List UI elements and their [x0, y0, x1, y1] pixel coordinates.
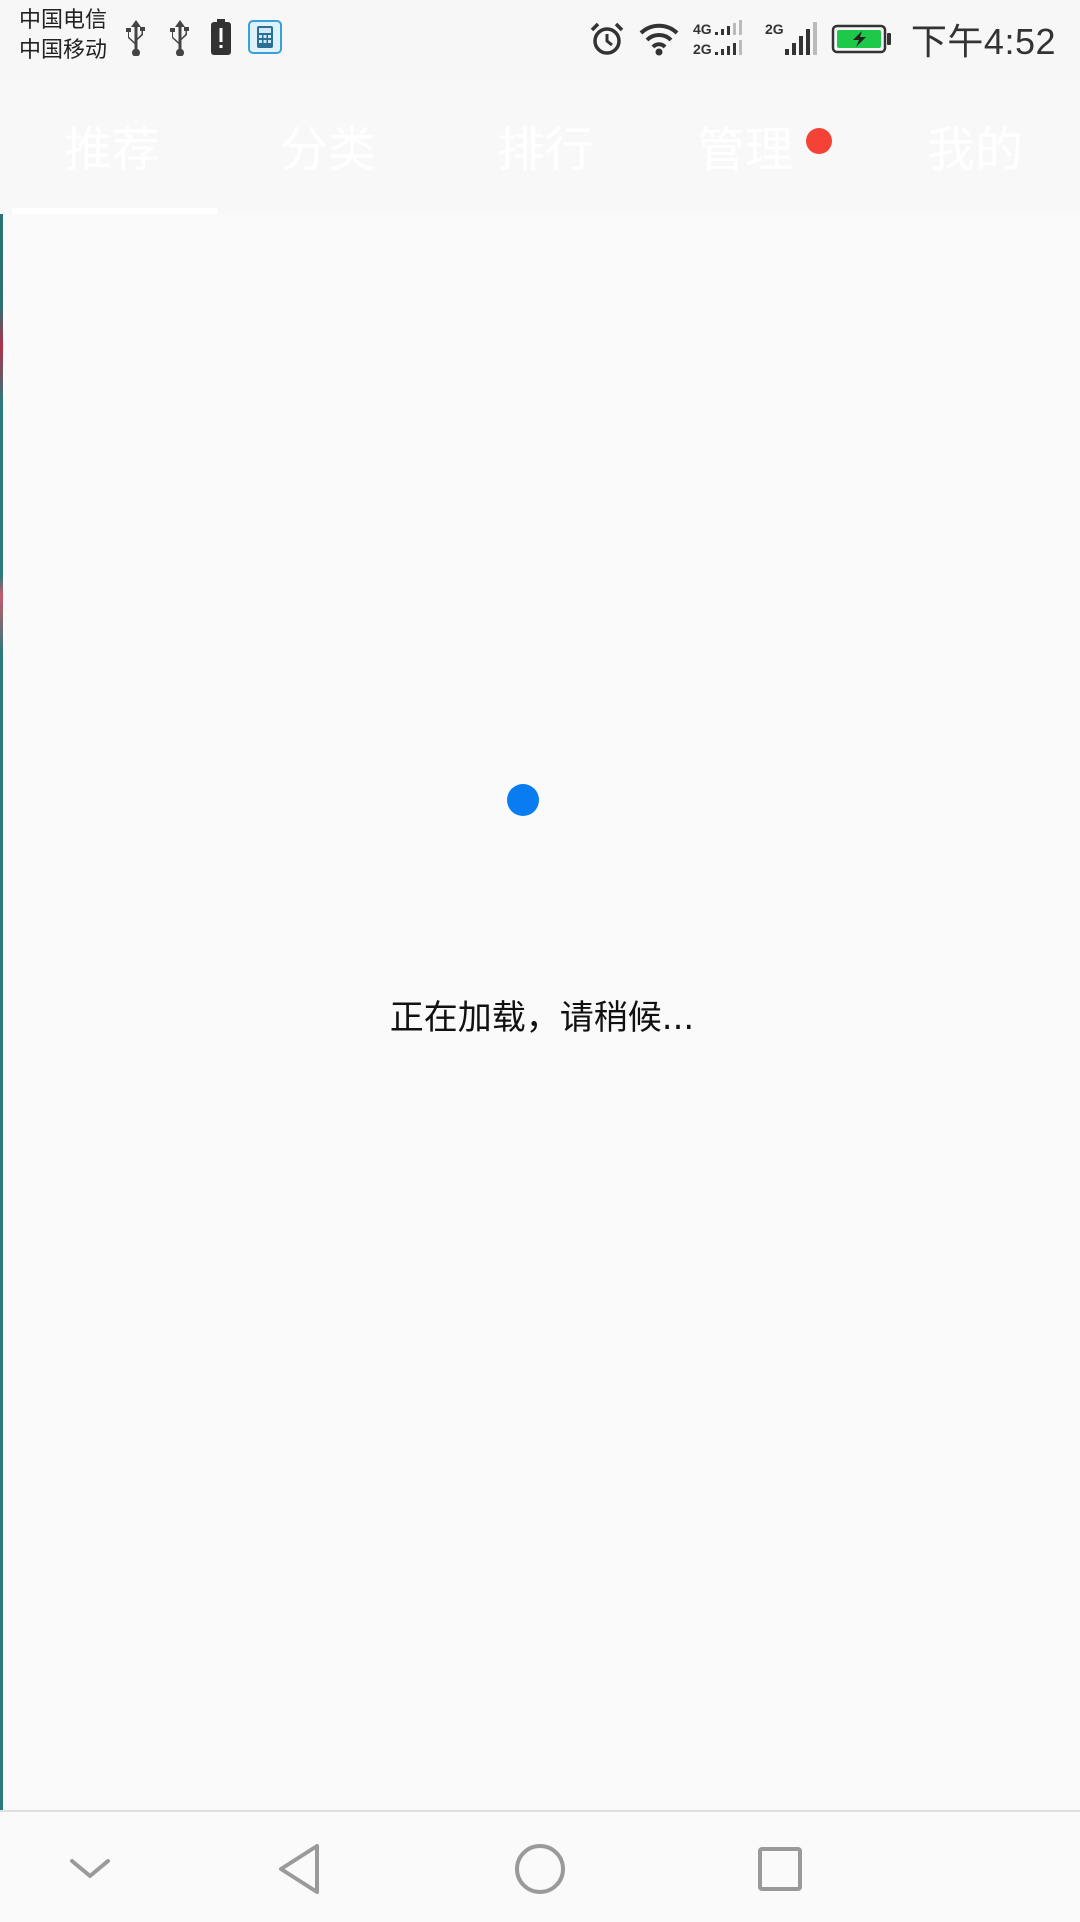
- svg-text:4G: 4G: [693, 21, 712, 37]
- carrier-1: 中国电信: [19, 8, 108, 33]
- signal-2g-icon: 2G: [765, 19, 817, 59]
- tab-recommend[interactable]: 推荐: [57, 110, 167, 190]
- tab-ranking[interactable]: 排行: [490, 110, 600, 190]
- status-bar: 中国电信 中国移动 4G 2G 2G 下午4:52: [0, 0, 1080, 80]
- tab-manage[interactable]: 管理: [690, 110, 800, 190]
- carrier-info: 中国电信 中国移动: [19, 6, 107, 66]
- top-tab-bar: 推荐 分类 排行 管理 我的: [0, 80, 1080, 214]
- tab-mine[interactable]: 我的: [920, 110, 1030, 190]
- loading-spinner: [507, 784, 539, 816]
- collapse-icon[interactable]: [55, 1834, 125, 1904]
- carrier-2: 中国移动: [19, 38, 108, 63]
- svg-text:2G: 2G: [693, 41, 712, 57]
- usb-icon: [166, 18, 194, 56]
- svg-text:2G: 2G: [765, 21, 784, 37]
- usb-icon: [122, 18, 150, 56]
- status-icons-right: 4G 2G 2G 下午4:52: [589, 14, 1056, 64]
- battery-alert-icon: [210, 18, 232, 56]
- recents-icon[interactable]: [745, 1834, 815, 1904]
- calculator-app-icon: [248, 20, 282, 54]
- system-navigation-bar: [0, 1810, 1080, 1922]
- signal-4g-2g-icon: 4G 2G: [693, 19, 751, 59]
- battery-charging-icon: [831, 23, 893, 55]
- left-edge-strip: [0, 0, 3, 1920]
- status-icons-left: [122, 18, 282, 56]
- wifi-icon: [639, 21, 679, 57]
- manage-badge-dot: [806, 128, 832, 154]
- status-time: 下午4:52: [910, 21, 1056, 62]
- alarm-icon: [589, 21, 625, 57]
- loading-message: 正在加载，请稍候...: [389, 998, 695, 1038]
- tab-category[interactable]: 分类: [273, 110, 383, 190]
- selected-tab-indicator: [12, 208, 218, 214]
- home-icon[interactable]: [505, 1834, 575, 1904]
- back-icon[interactable]: [265, 1834, 335, 1904]
